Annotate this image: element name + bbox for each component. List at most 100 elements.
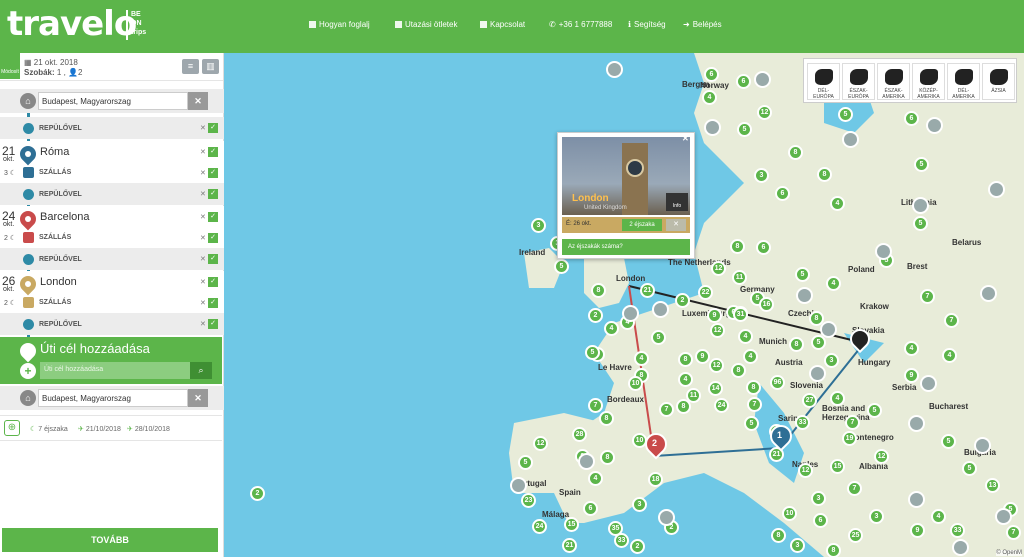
nav-contact[interactable]: Kapcsolat (480, 20, 525, 29)
cluster-marker[interactable]: 14 (708, 381, 723, 396)
cluster-marker[interactable]: 9 (910, 523, 925, 538)
photo-marker[interactable] (809, 365, 826, 382)
leg-checkbox[interactable]: ✓ (208, 319, 218, 329)
cluster-marker[interactable]: 10 (628, 376, 643, 391)
cluster-marker[interactable]: 8 (826, 543, 841, 557)
photo-marker[interactable] (820, 321, 837, 338)
cluster-marker[interactable]: 12 (710, 323, 725, 338)
cluster-marker[interactable]: 8 (599, 411, 614, 426)
cluster-marker[interactable]: 7 (1006, 525, 1021, 540)
leg-remove[interactable]: ✕ (200, 124, 206, 132)
cluster-marker[interactable]: 8 (731, 363, 746, 378)
cluster-marker[interactable]: 5 (962, 461, 977, 476)
cluster-marker[interactable]: 9 (904, 368, 919, 383)
cluster-marker[interactable]: 2 (588, 308, 603, 323)
photo-marker[interactable] (606, 61, 623, 78)
photo-marker[interactable] (652, 301, 669, 318)
clear-end-button[interactable]: ✕ (188, 389, 208, 407)
cluster-marker[interactable]: 33 (795, 415, 810, 430)
cluster-marker[interactable]: 2 (250, 486, 265, 501)
cluster-marker[interactable]: 4 (931, 509, 946, 524)
cluster-marker[interactable]: 7 (588, 398, 603, 413)
cluster-marker[interactable]: 11 (732, 270, 747, 285)
cluster-marker[interactable]: 4 (738, 329, 753, 344)
stop-remove[interactable]: ✕ (200, 148, 206, 156)
cluster-marker[interactable]: 8 (746, 380, 761, 395)
cluster-marker[interactable]: 19 (842, 431, 857, 446)
cluster-marker[interactable]: 21 (562, 538, 577, 553)
stop-remove[interactable]: ✕ (200, 278, 206, 286)
nav-how-to-book[interactable]: Hogyan foglalj (309, 20, 370, 29)
remove-stop-button[interactable]: ✕ (666, 219, 686, 231)
cluster-marker[interactable]: 7 (659, 402, 674, 417)
cluster-marker[interactable]: 8 (789, 337, 804, 352)
cluster-marker[interactable]: 5 (913, 216, 928, 231)
cluster-marker[interactable]: 5 (811, 335, 826, 350)
stop-row-london[interactable]: 26 okt. London 2 ☾ SZÁLLÁS ✕ ✓ ✕ ✓ (0, 271, 224, 313)
cluster-marker[interactable]: 21 (640, 283, 655, 298)
cluster-marker[interactable]: 6 (583, 501, 598, 516)
cluster-marker[interactable]: 5 (585, 345, 600, 360)
cluster-marker[interactable]: 13 (985, 478, 1000, 493)
list-view-button[interactable]: ≡ (182, 59, 199, 74)
map-attribution[interactable]: © OpenM (996, 550, 1022, 556)
cluster-marker[interactable]: 3 (790, 538, 805, 553)
cluster-marker[interactable]: 4 (904, 341, 919, 356)
photo-marker[interactable] (875, 243, 892, 260)
stay-checkbox[interactable]: ✓ (208, 168, 218, 178)
cluster-marker[interactable]: 7 (944, 313, 959, 328)
start-place-input[interactable]: Budapest, Magyarorszag (38, 92, 188, 110)
cluster-marker[interactable]: 6 (704, 67, 719, 82)
add-icon[interactable]: + (20, 363, 36, 379)
delete-trip-button[interactable]: ▥ (202, 59, 219, 74)
cluster-marker[interactable]: 28 (572, 427, 587, 442)
cluster-marker[interactable]: 24 (532, 519, 547, 534)
stop-checkbox[interactable]: ✓ (208, 277, 218, 287)
cluster-marker[interactable]: 27 (802, 393, 817, 408)
cluster-marker[interactable]: 3 (632, 497, 647, 512)
leg-checkbox[interactable]: ✓ (208, 254, 218, 264)
cluster-marker[interactable]: 4 (826, 276, 841, 291)
region-north-america[interactable]: ÉSZAK-AMERIKA (877, 63, 910, 100)
cluster-marker[interactable]: 8 (600, 450, 615, 465)
nights-button[interactable]: 2 éjszaka (622, 219, 662, 231)
cluster-marker[interactable]: 5 (518, 455, 533, 470)
logo[interactable]: travelo (7, 4, 137, 44)
cluster-marker[interactable]: 6 (756, 240, 771, 255)
cluster-marker[interactable]: 16 (759, 297, 774, 312)
cluster-marker[interactable]: 12 (874, 449, 889, 464)
photo-marker[interactable] (754, 71, 771, 88)
stop-checkbox[interactable]: ✓ (208, 212, 218, 222)
photo-marker[interactable] (920, 375, 937, 392)
cluster-marker[interactable]: 3 (754, 168, 769, 183)
cluster-marker[interactable]: 4 (702, 90, 717, 105)
stop-row-rome[interactable]: 21 okt. Róma 3 ☾ SZÁLLÁS ✕ ✓ ✕ ✓ (0, 141, 224, 183)
cluster-marker[interactable]: 12 (798, 463, 813, 478)
photo-marker[interactable] (796, 287, 813, 304)
cluster-marker[interactable]: 6 (775, 186, 790, 201)
stop-row-barcelona[interactable]: 24 okt. Barcelona 2 ☾ SZÁLLÁS ✕ ✓ ✕ ✓ (0, 206, 224, 248)
cluster-marker[interactable]: 15 (564, 517, 579, 532)
stay-checkbox[interactable]: ✓ (208, 298, 218, 308)
nav-login[interactable]: ➜ Belépés (683, 20, 722, 29)
cluster-marker[interactable]: 7 (920, 289, 935, 304)
cluster-marker[interactable]: 6 (813, 513, 828, 528)
cluster-marker[interactable]: 3 (531, 218, 546, 233)
region-south-america[interactable]: DÉL-AMERIKA (947, 63, 980, 100)
photo-marker[interactable] (988, 181, 1005, 198)
cluster-marker[interactable]: 33 (950, 523, 965, 538)
photo-marker[interactable] (578, 453, 595, 470)
cluster-marker[interactable]: 3 (811, 491, 826, 506)
next-button[interactable]: TOVÁBB (2, 528, 218, 552)
photo-marker[interactable] (995, 508, 1012, 525)
region-asia[interactable]: ÁZSIA (982, 63, 1015, 100)
cluster-marker[interactable]: 8 (730, 239, 745, 254)
leg-remove[interactable]: ✕ (200, 320, 206, 328)
photo-marker[interactable] (980, 285, 997, 302)
cluster-marker[interactable]: 8 (817, 167, 832, 182)
cluster-marker[interactable]: 12 (757, 105, 772, 120)
photo-marker[interactable] (926, 117, 943, 134)
stay-remove[interactable]: ✕ (200, 299, 206, 307)
cluster-marker[interactable]: 5 (795, 267, 810, 282)
cluster-marker[interactable]: 12 (709, 358, 724, 373)
